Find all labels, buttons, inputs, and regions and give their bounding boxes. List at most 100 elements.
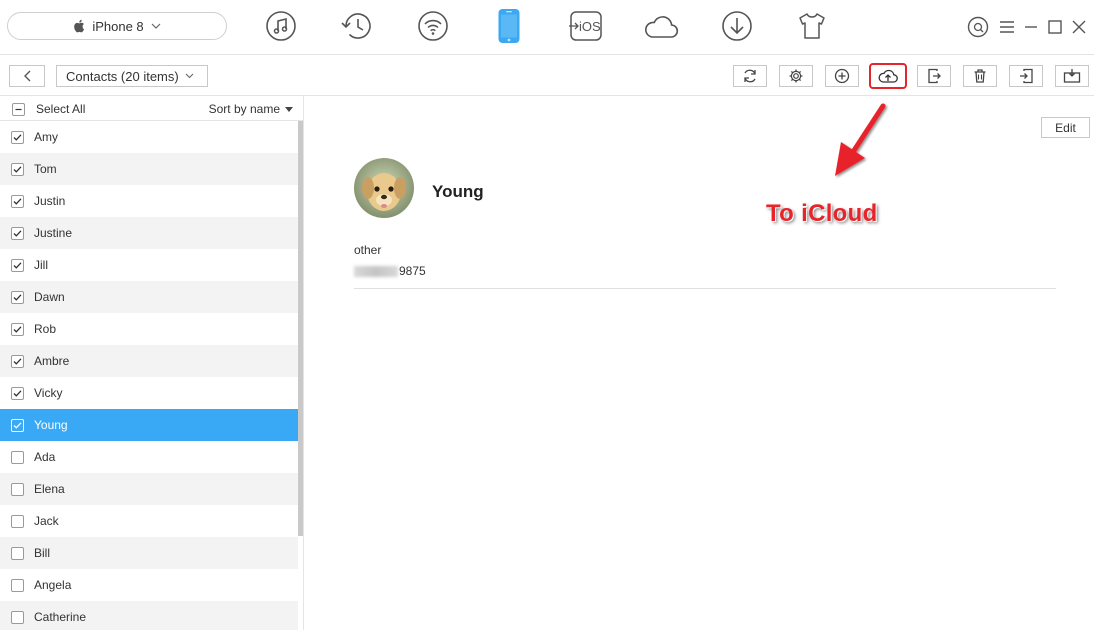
contact-checkbox[interactable] [11, 354, 24, 368]
contact-checkbox[interactable] [11, 546, 24, 560]
chevron-down-icon [185, 73, 194, 79]
refresh-icon [744, 69, 756, 83]
minimize-icon[interactable] [1020, 16, 1042, 38]
category-selector[interactable]: Contacts (20 items) [56, 65, 208, 87]
list-header: Select All Sort by name [0, 96, 303, 121]
contact-checkbox[interactable] [11, 386, 24, 400]
contact-row[interactable]: Jack [0, 505, 298, 537]
settings-button[interactable] [779, 65, 813, 87]
to-device-icon [1063, 69, 1081, 83]
contact-checkbox[interactable] [11, 130, 24, 144]
contact-row[interactable]: Amy [0, 121, 298, 153]
menu-icon[interactable] [996, 16, 1018, 38]
contact-checkbox[interactable] [11, 162, 24, 176]
contact-checkbox[interactable] [11, 258, 24, 272]
contact-row[interactable]: Angela [0, 569, 298, 601]
import-button[interactable] [1009, 65, 1043, 87]
contact-name-label: Jack [34, 514, 59, 528]
select-all[interactable]: Select All [12, 102, 85, 116]
device-selector[interactable]: iPhone 8 [7, 12, 227, 40]
contact-name-label: Ambre [34, 354, 70, 368]
category-label: Contacts (20 items) [66, 68, 179, 84]
detail-divider [354, 288, 1056, 289]
to-icloud-button[interactable] [869, 63, 907, 89]
contact-name-label: Tom [34, 162, 57, 176]
close-icon[interactable] [1068, 16, 1090, 38]
contact-checkbox[interactable] [11, 322, 24, 336]
delete-button[interactable] [963, 65, 997, 87]
cloud-icon[interactable] [641, 6, 681, 46]
device-name: iPhone 8 [92, 18, 144, 34]
add-button[interactable] [825, 65, 859, 87]
contact-row[interactable]: Vicky [0, 377, 298, 409]
blurred-digits [354, 265, 398, 277]
maximize-icon[interactable] [1044, 16, 1066, 38]
caret-down-icon [285, 106, 293, 112]
upload-cloud-icon [878, 69, 898, 83]
contact-row[interactable]: Ambre [0, 345, 298, 377]
sort-label: Sort by name [208, 102, 280, 116]
contact-name-label: Vicky [34, 386, 63, 400]
contact-row[interactable]: Elena [0, 473, 298, 505]
phone-number[interactable]: 9875 [354, 264, 426, 278]
contact-name-label: Justin [34, 194, 66, 208]
phone-suffix: 9875 [399, 264, 426, 278]
contact-name-label: Dawn [34, 290, 65, 304]
contact-checkbox[interactable] [11, 450, 24, 464]
to-ios-icon[interactable]: iOS [566, 6, 606, 46]
contact-row[interactable]: Jill [0, 249, 298, 281]
contact-checkbox[interactable] [11, 194, 24, 208]
apple-icon [74, 19, 85, 33]
back-button[interactable] [9, 65, 45, 87]
delete-icon [974, 69, 986, 83]
export-button[interactable] [917, 65, 951, 87]
contact-row[interactable]: Dawn [0, 281, 298, 313]
contact-name-label: Young [34, 418, 68, 432]
phone-icon[interactable] [489, 6, 529, 46]
account-icon[interactable] [967, 16, 989, 38]
contact-checkbox[interactable] [11, 290, 24, 304]
phone-label: other [354, 243, 382, 257]
refresh-button[interactable] [733, 65, 767, 87]
add-icon [834, 68, 850, 84]
chevron-left-icon [24, 70, 31, 82]
contact-name-label: Bill [34, 546, 51, 560]
annotation-label: To iCloud [766, 200, 878, 227]
music-icon[interactable] [261, 6, 301, 46]
edit-button[interactable]: Edit [1041, 117, 1090, 138]
toolbar: Contacts (20 items) [0, 56, 1094, 96]
chevron-down-icon [151, 23, 161, 29]
contact-row[interactable]: Tom [0, 153, 298, 185]
select-all-checkbox[interactable] [12, 102, 25, 116]
pane-divider [303, 96, 304, 630]
contact-name-label: Angela [34, 578, 72, 592]
avatar [354, 158, 414, 218]
contact-checkbox[interactable] [11, 482, 24, 496]
wifi-icon[interactable] [413, 6, 453, 46]
contact-name-label: Justine [34, 226, 73, 240]
contact-checkbox[interactable] [11, 514, 24, 528]
import-icon [1020, 68, 1033, 84]
contact-checkbox[interactable] [11, 226, 24, 240]
contact-row[interactable]: Catherine [0, 601, 298, 630]
contact-row[interactable]: Bill [0, 537, 298, 569]
contact-checkbox[interactable] [11, 418, 24, 432]
annotation-arrow-icon [835, 103, 886, 176]
contact-row[interactable]: Ada [0, 441, 298, 473]
sort-dropdown[interactable]: Sort by name [209, 102, 293, 116]
contact-list: Amy Tom Justin Justine Jill Dawn Rob Ambre Vicky… [0, 121, 298, 630]
settings-icon [789, 69, 803, 83]
tshirt-icon[interactable] [792, 6, 832, 46]
history-icon[interactable] [336, 6, 376, 46]
contact-row[interactable]: Justine [0, 217, 298, 249]
contact-checkbox[interactable] [11, 578, 24, 592]
contact-row[interactable]: Rob [0, 313, 298, 345]
contact-name-label: Ada [34, 450, 56, 464]
to-device-button[interactable] [1055, 65, 1089, 87]
download-icon[interactable] [717, 6, 757, 46]
contact-checkbox[interactable] [11, 610, 24, 624]
contact-row[interactable]: Justin [0, 185, 298, 217]
contact-row[interactable]: Young [0, 409, 298, 441]
select-all-label: Select All [36, 102, 86, 116]
contact-name: Young [432, 182, 484, 201]
